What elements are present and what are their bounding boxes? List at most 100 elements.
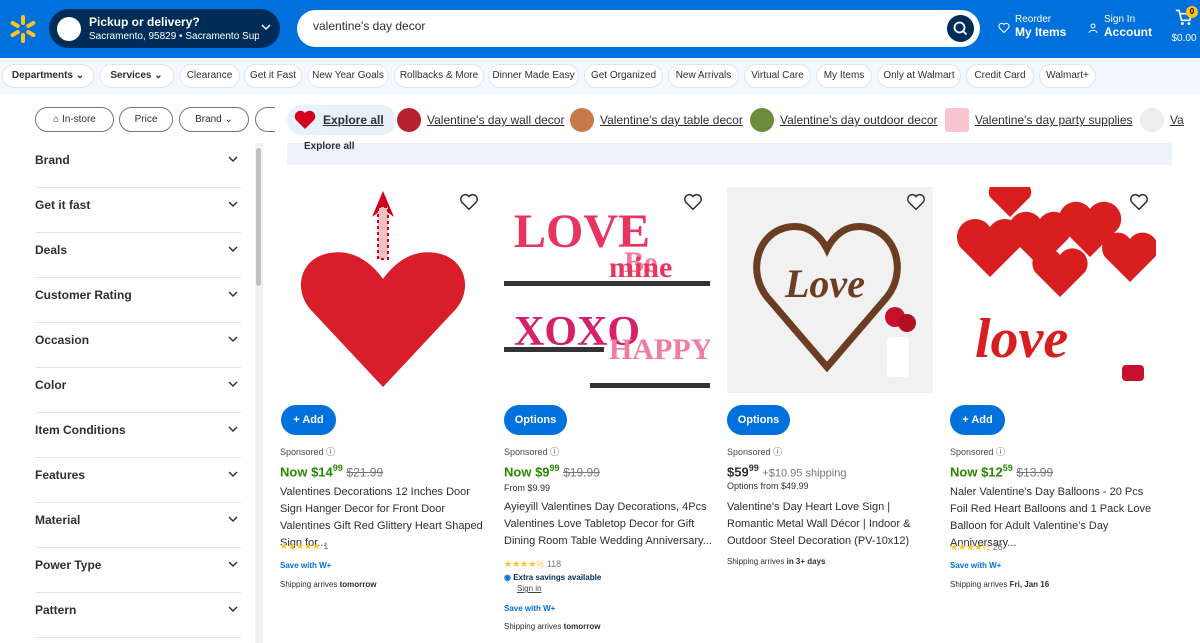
price: Now $999 $19.99 xyxy=(504,463,600,479)
sidebar-label: Features xyxy=(35,468,86,482)
category-label: Valentine's day party supplies xyxy=(975,113,1133,127)
savings-icon: ◉ xyxy=(504,573,511,582)
category-outdoor-decor[interactable]: Valentine's day outdoor decor xyxy=(750,105,938,135)
product-title[interactable]: Ayieyill Valentines Day Decorations, 4Pc… xyxy=(504,499,714,550)
category-party-supplies[interactable]: Valentine's day party supplies xyxy=(945,105,1133,135)
review-count: 1 xyxy=(323,541,329,551)
filter-brand[interactable]: Brand ⌄ xyxy=(179,107,249,132)
svg-text:Love: Love xyxy=(784,261,865,306)
category-wall-decor[interactable]: Valentine's day wall decor xyxy=(397,105,564,135)
nav-my-items[interactable]: My Items xyxy=(816,64,872,88)
signin-link[interactable]: Sign in xyxy=(517,584,541,593)
review-count: 26 xyxy=(992,542,1003,552)
info-icon: ⓘ xyxy=(326,447,336,457)
cart-count-badge: 0 xyxy=(1186,6,1198,18)
heart-outline-icon xyxy=(998,22,1010,34)
sponsored-label: Sponsored ⓘ xyxy=(727,447,783,457)
sidebar-filter-features[interactable]: Features xyxy=(35,458,241,503)
sidebar-filter-occasion[interactable]: Occasion xyxy=(35,323,241,368)
chevron-down-icon xyxy=(228,606,238,612)
sidebar-label: Material xyxy=(35,513,81,527)
sidebar-filter-pattern[interactable]: Pattern xyxy=(35,593,241,638)
product-image[interactable]: Love xyxy=(727,187,933,393)
filter-price[interactable]: Price xyxy=(119,107,173,132)
sidebar-label: Brand xyxy=(35,153,70,167)
sidebar-filter-deals[interactable]: Deals xyxy=(35,233,241,278)
sidebar-filter-power-type[interactable]: Power Type xyxy=(35,548,241,593)
sidebar-label: Item Conditions xyxy=(35,423,126,437)
add-to-cart-button[interactable]: + Add xyxy=(950,405,1005,435)
nav-credit-card[interactable]: Credit Card xyxy=(966,64,1034,88)
category-label: Valentine's day outdoor decor xyxy=(780,113,938,127)
chevron-down-icon: ⌄ xyxy=(224,114,233,125)
product-card: love + Add Sponsored ⓘ Now $1259 $13.99 … xyxy=(950,187,1156,607)
sidebar-filter-brand[interactable]: Brand xyxy=(35,143,241,188)
nav-virtual-care[interactable]: Virtual Care xyxy=(744,64,811,88)
nav-new-arrivals[interactable]: New Arrivals xyxy=(668,64,739,88)
price: Now $1499 $21.99 xyxy=(280,463,383,479)
product-image[interactable] xyxy=(280,187,486,393)
my-items-label: My Items xyxy=(1015,25,1067,39)
sidebar-filter-get-it-fast[interactable]: Get it fast xyxy=(35,188,241,233)
reorder-link[interactable]: Reorder My Items xyxy=(998,14,1066,39)
price: $5999 +$10.95 shipping xyxy=(727,463,846,479)
price-cents: 99 xyxy=(748,463,759,473)
nav-get-organized[interactable]: Get Organized xyxy=(584,64,663,88)
chevron-down-icon xyxy=(228,291,238,297)
filter-in-store[interactable]: ⌂ In-store xyxy=(35,107,114,132)
options-button[interactable]: Options xyxy=(727,405,790,435)
walmart-spark-logo[interactable] xyxy=(8,14,38,44)
nav-walmart-plus[interactable]: Walmart+ xyxy=(1039,64,1096,88)
save-with-walmart-plus: Save with W+ xyxy=(504,604,556,613)
reorder-label: Reorder xyxy=(1015,14,1052,25)
price-cents: 59 xyxy=(1002,463,1013,473)
product-title[interactable]: Valentine's Day Heart Love Sign | Romant… xyxy=(727,499,933,550)
search-input[interactable] xyxy=(313,19,913,33)
category-table-decor[interactable]: Valentine's day table decor xyxy=(570,105,743,135)
options-button[interactable]: Options xyxy=(504,405,567,435)
category-more[interactable]: Va xyxy=(1140,105,1200,135)
sidebar-scrollbar-thumb[interactable] xyxy=(256,148,261,286)
favorite-heart-icon[interactable] xyxy=(905,191,927,213)
category-explore-all[interactable]: Explore all xyxy=(287,105,396,135)
favorite-heart-icon[interactable] xyxy=(1128,191,1150,213)
nav-new-year-goals[interactable]: New Year Goals xyxy=(307,64,389,88)
filter-more[interactable] xyxy=(255,107,275,132)
sidebar-filter-material[interactable]: Material xyxy=(35,503,241,548)
cart-button[interactable]: 0 $0.00 xyxy=(1170,6,1198,44)
nav-only-at-walmart[interactable]: Only at Walmart xyxy=(877,64,961,88)
product-image[interactable]: LOVE Be mine XOXO HAPPY xyxy=(504,187,710,393)
from-price: From $9.99 xyxy=(504,483,551,493)
sidebar-filter-item-conditions[interactable]: Item Conditions xyxy=(35,413,241,458)
chevron-down-icon xyxy=(228,156,238,162)
pickup-delivery-selector[interactable]: Pickup or delivery? Sacramento, 95829 • … xyxy=(49,9,280,48)
sidebar-filter-customer-rating[interactable]: Customer Rating xyxy=(35,278,241,323)
sidebar-label: Occasion xyxy=(35,333,90,347)
favorite-heart-icon[interactable] xyxy=(458,191,480,213)
chevron-down-icon: ⌄ xyxy=(75,70,85,81)
nav-clearance[interactable]: Clearance xyxy=(179,64,240,88)
nav-departments[interactable]: Departments ⌄ xyxy=(2,64,94,88)
sidebar-filter-color[interactable]: Color xyxy=(35,368,241,413)
now-label: Now xyxy=(950,464,978,480)
account-link[interactable]: Sign In Account xyxy=(1087,14,1152,39)
nav-dinner-made-easy[interactable]: Dinner Made Easy xyxy=(488,64,579,88)
nav-get-it-fast[interactable]: Get it Fast xyxy=(244,64,302,88)
shipping-info: Shipping arrives tomorrow xyxy=(280,580,377,589)
product-card: + Add Sponsored ⓘ Now $1499 $21.99 Valen… xyxy=(280,187,486,607)
rating-stars: ★★★★★ 1 xyxy=(280,541,329,551)
chevron-down-icon xyxy=(228,381,238,387)
shipping-info: Shipping arrives Fri, Jan 16 xyxy=(950,580,1050,589)
nav-rollbacks[interactable]: Rollbacks & More xyxy=(394,64,484,88)
info-icon: ⓘ xyxy=(996,447,1006,457)
review-count: 118 xyxy=(546,559,562,569)
add-to-cart-button[interactable]: + Add xyxy=(281,405,336,435)
favorite-heart-icon[interactable] xyxy=(682,191,704,213)
price-cents: 99 xyxy=(549,463,560,473)
info-icon: ⓘ xyxy=(550,447,560,457)
was-price: $13.99 xyxy=(1016,465,1054,480)
section-header-band: Explore all xyxy=(287,141,1172,165)
nav-services[interactable]: Services ⌄ xyxy=(99,64,174,88)
search-button[interactable] xyxy=(947,15,974,42)
product-image[interactable]: love xyxy=(950,187,1156,393)
